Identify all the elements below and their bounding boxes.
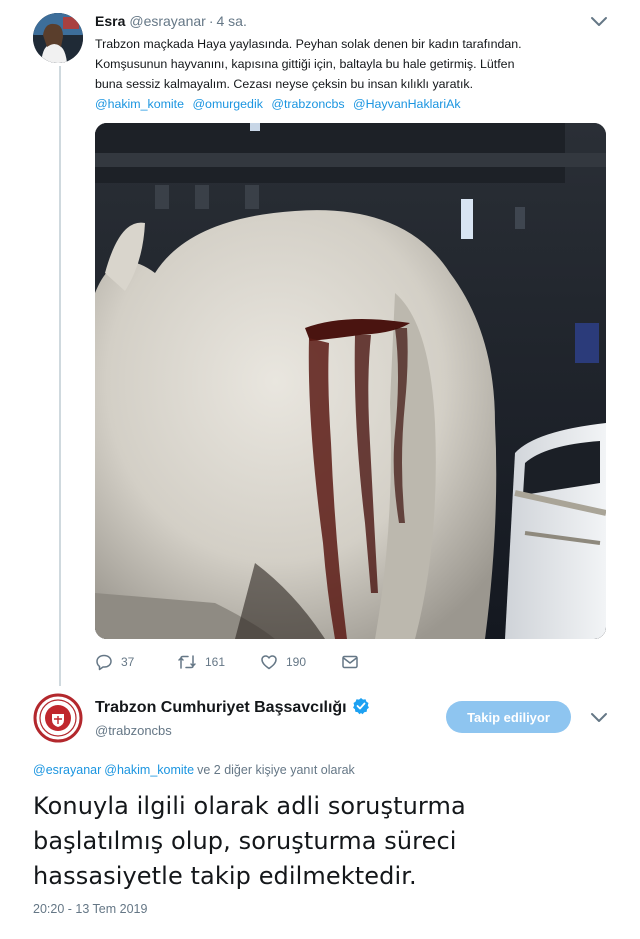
- reply-icon: [95, 653, 113, 671]
- tweet-text: Trabzon maçkada Haya yaylasında. Peyhan …: [95, 34, 595, 94]
- reply-text: Konuyla ilgili olarak adli soruşturma ba…: [33, 789, 613, 894]
- mention-link[interactable]: @trabzoncbs: [271, 97, 344, 111]
- avatar[interactable]: [33, 13, 83, 63]
- author-handle[interactable]: @esrayanar: [129, 13, 205, 29]
- reply-context-text[interactable]: ve 2 diğer kişiye yanıt olarak: [197, 763, 355, 777]
- heart-icon: [260, 653, 278, 671]
- author-name[interactable]: Esra: [95, 13, 125, 29]
- like-button[interactable]: 190: [260, 652, 306, 672]
- reply-context: @esrayanar @hakim_komite ve 2 diğer kişiye…: [33, 762, 355, 778]
- mention-link[interactable]: @esrayanar: [33, 763, 101, 777]
- tweet-time[interactable]: 4 sa.: [217, 13, 247, 29]
- tweet-mentions: @hakim_komite @omurgedik @trabzoncbs @Ha…: [95, 94, 466, 114]
- tweet-photo[interactable]: [95, 123, 606, 639]
- avatar[interactable]: [33, 693, 83, 743]
- mention-link[interactable]: @HayvanHaklariAk: [353, 97, 461, 111]
- tweet-header: Esra @esrayanar · 4 sa.: [95, 12, 247, 30]
- tweet-original: Esra @esrayanar · 4 sa. Trabzon maçkada Hay…: [0, 0, 640, 690]
- retweet-count: 161: [205, 655, 226, 669]
- mention-link[interactable]: @omurgedik: [192, 97, 262, 111]
- reply-text-line: başlatılmış olup, soruşturma süreci: [33, 827, 457, 855]
- reply-author: Trabzon Cumhuriyet Başsavcılığı: [95, 697, 370, 718]
- author-name[interactable]: Trabzon Cumhuriyet Başsavcılığı: [95, 699, 347, 716]
- tweet-text-line: Komşusunun hayvanını, kapısına gittiği i…: [95, 57, 515, 71]
- reply-button[interactable]: 37: [95, 652, 134, 672]
- reply-text-line: hassasiyetle takip edilmektedir.: [33, 862, 417, 890]
- reply-timestamp[interactable]: 20:20 - 13 Tem 2019: [33, 901, 147, 917]
- chevron-down-icon[interactable]: [590, 16, 608, 28]
- tweet-text-line: buna sessiz kalmayalım. Cezası neyse çek…: [95, 77, 474, 91]
- author-handle[interactable]: @trabzoncbs: [95, 722, 172, 740]
- message-button[interactable]: [341, 652, 359, 672]
- following-button[interactable]: Takip ediliyor: [446, 701, 571, 733]
- reply-text-line: Konuyla ilgili olarak adli soruşturma: [33, 792, 466, 820]
- retweet-button[interactable]: 161: [177, 652, 225, 672]
- like-count: 190: [286, 655, 307, 669]
- mention-link[interactable]: @hakim_komite: [95, 97, 184, 111]
- thread-line: [59, 66, 61, 686]
- separator: ·: [208, 13, 214, 29]
- envelope-icon: [341, 653, 359, 671]
- reply-count: 37: [121, 655, 135, 669]
- chevron-down-icon[interactable]: [590, 712, 608, 724]
- mention-link[interactable]: @hakim_komite: [104, 763, 194, 777]
- tweet-text-line: Trabzon maçkada Haya yaylasında. Peyhan …: [95, 37, 522, 51]
- retweet-icon: [177, 653, 197, 671]
- verified-badge-icon: [352, 697, 370, 715]
